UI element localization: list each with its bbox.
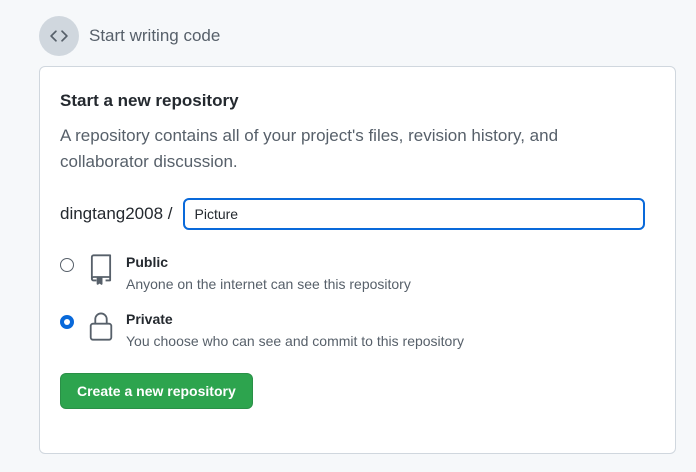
visibility-option-private[interactable]: Private You choose who can see and commi…	[60, 310, 464, 350]
public-description: Anyone on the internet can see this repo…	[126, 276, 411, 292]
new-repo-card: Start a new repository A repository cont…	[39, 66, 676, 454]
repo-icon	[87, 253, 115, 285]
lock-icon	[87, 310, 115, 342]
public-label: Public	[126, 254, 169, 270]
section-title: Start writing code	[89, 26, 221, 45]
section-header: Start writing code	[39, 16, 220, 56]
private-label: Private	[126, 311, 173, 327]
private-description: You choose who can see and commit to thi…	[126, 333, 465, 349]
repo-name-input[interactable]	[182, 198, 645, 230]
create-repo-button[interactable]: Create a new repository	[60, 373, 253, 409]
owner-label: dingtang2008 /	[60, 204, 173, 223]
repo-name-row: dingtang2008 /	[60, 197, 645, 231]
visibility-option-public[interactable]: Public Anyone on the internet can see th…	[60, 253, 411, 293]
private-radio[interactable]	[60, 315, 74, 329]
public-radio[interactable]	[60, 258, 74, 272]
card-title: Start a new repository	[60, 91, 239, 110]
card-description: A repository contains all of your projec…	[60, 126, 559, 171]
code-icon	[39, 16, 79, 56]
